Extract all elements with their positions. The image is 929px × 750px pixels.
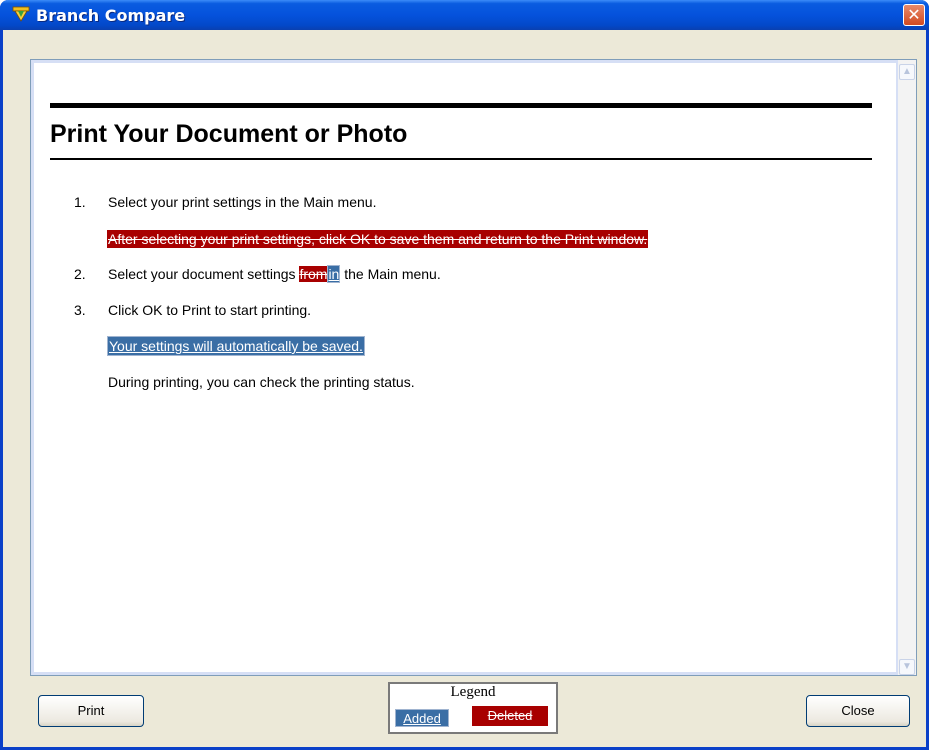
close-button[interactable]: Close bbox=[806, 695, 910, 727]
added-word: in bbox=[327, 265, 341, 283]
window-title: Branch Compare bbox=[36, 6, 186, 25]
step-number: 1. bbox=[74, 194, 86, 210]
legend-box: Legend Added Deleted bbox=[388, 682, 558, 734]
vertical-scrollbar[interactable]: ▲ ▼ bbox=[898, 60, 916, 675]
step-text-before: Select your document settings bbox=[108, 266, 300, 282]
heading-bottom-rule bbox=[50, 158, 872, 160]
title-bar[interactable]: Branch Compare ✕ bbox=[0, 0, 929, 30]
step-number: 2. bbox=[74, 266, 86, 282]
step-text: Select your document settings fromin the… bbox=[108, 265, 441, 283]
deleted-word: from bbox=[299, 266, 328, 282]
legend-added-swatch: Added bbox=[395, 709, 449, 727]
branch-compare-window: Branch Compare ✕ Print Your Document or … bbox=[0, 0, 929, 750]
close-icon: ✕ bbox=[907, 5, 921, 24]
deleted-text: After selecting your print settings, cli… bbox=[107, 230, 649, 248]
step-text: Select your print settings in the Main m… bbox=[108, 194, 377, 210]
step-number: 3. bbox=[74, 302, 86, 318]
document-heading: Print Your Document or Photo bbox=[50, 120, 408, 148]
compare-document-view[interactable]: Print Your Document or Photo 1. Select y… bbox=[34, 63, 896, 672]
scroll-up-arrow-icon[interactable]: ▲ bbox=[899, 64, 915, 80]
heading-top-rule bbox=[50, 103, 872, 108]
branch-compare-app-icon bbox=[12, 6, 30, 22]
window-close-button[interactable]: ✕ bbox=[903, 4, 925, 26]
legend-title: Legend bbox=[450, 684, 496, 700]
added-text: Your settings will automatically be save… bbox=[107, 336, 365, 356]
compare-document-frame: Print Your Document or Photo 1. Select y… bbox=[30, 59, 917, 676]
legend-deleted-swatch: Deleted bbox=[472, 706, 548, 726]
step-text: During printing, you can check the print… bbox=[108, 374, 415, 390]
print-button[interactable]: Print bbox=[38, 695, 144, 727]
step-text: Click OK to Print to start printing. bbox=[108, 302, 312, 318]
step-text-after: the Main menu. bbox=[340, 266, 441, 282]
scroll-down-arrow-icon[interactable]: ▼ bbox=[899, 659, 915, 675]
